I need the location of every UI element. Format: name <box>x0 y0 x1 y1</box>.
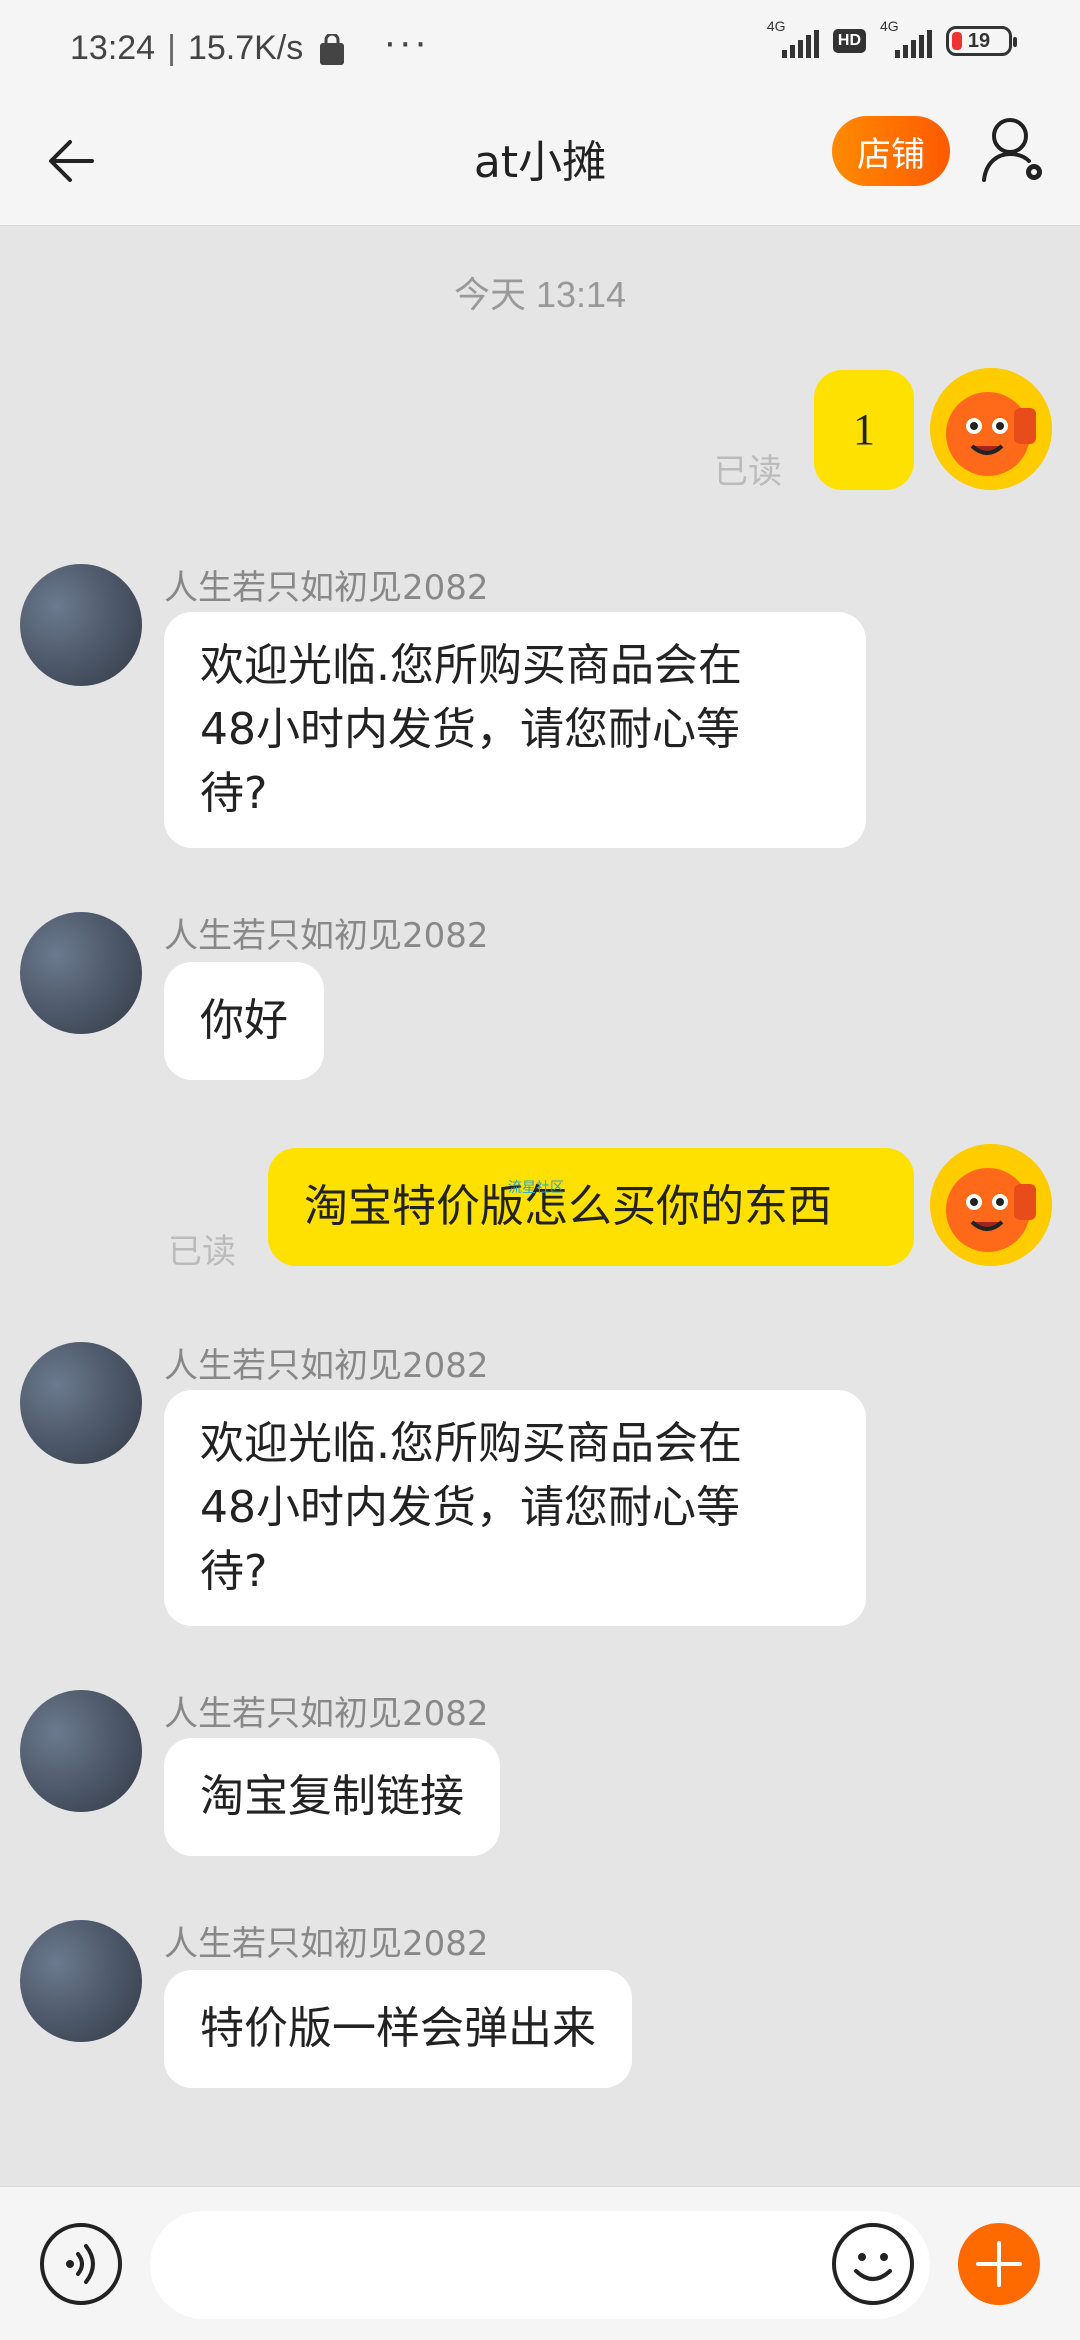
profile-settings-button[interactable] <box>980 114 1050 188</box>
net-speed: 15.7K/s <box>187 29 304 67</box>
message-line: 待? <box>200 1546 268 1597</box>
sender-name: 人生若只如初见2082 <box>164 1346 489 1386</box>
mascot-avatar-icon <box>930 1144 1052 1266</box>
chat-area[interactable]: 今天 13:14 1 已读 人生若只如初见2082 欢迎光临.您所购买商品会在 … <box>0 226 1080 2186</box>
message-line: 欢迎光临.您所购买商品会在 <box>200 1418 742 1469</box>
sender-name: 人生若只如初见2082 <box>164 916 489 956</box>
message-text: 淘宝复制链接 <box>200 1771 464 1822</box>
sender-name: 人生若只如初见2082 <box>164 1924 489 1964</box>
status-separator: | <box>167 29 176 67</box>
more-actions-button[interactable] <box>958 2223 1040 2305</box>
contact-message-bubble[interactable]: 特价版一样会弹出来 <box>164 1970 632 2088</box>
sender-name: 人生若只如初见2082 <box>164 568 489 608</box>
contact-avatar[interactable] <box>20 1342 142 1464</box>
shopping-bag-icon <box>317 32 347 65</box>
hd-badge: HD <box>832 29 866 53</box>
self-avatar[interactable] <box>930 368 1052 490</box>
message-line: 48小时内发货，请您耐心等 <box>200 1482 740 1533</box>
read-receipt: 已读 <box>714 452 782 492</box>
contact-avatar[interactable] <box>20 1690 142 1812</box>
message-line: 48小时内发货，请您耐心等 <box>200 704 740 755</box>
mascot-avatar-icon <box>930 368 1052 490</box>
contact-message-bubble[interactable]: 淘宝复制链接 <box>164 1738 500 1856</box>
nav-bar: at小摊 店铺 <box>0 96 1080 226</box>
message-text: 特价版一样会弹出来 <box>200 2003 596 2054</box>
contact-message-bubble[interactable]: 欢迎光临.您所购买商品会在 48小时内发货，请您耐心等 待? <box>164 1390 866 1626</box>
self-message-bubble[interactable]: 流星社区 淘宝特价版怎么买你的东西 <box>268 1148 914 1266</box>
more-notifications-icon: ··· <box>383 20 430 64</box>
contact-avatar[interactable] <box>20 564 142 686</box>
contact-message-bubble[interactable]: 欢迎光临.您所购买商品会在 48小时内发货，请您耐心等 待? <box>164 612 866 848</box>
message-text: 你好 <box>200 995 288 1046</box>
read-receipt: 已读 <box>168 1232 236 1272</box>
contact-avatar[interactable] <box>20 1920 142 2042</box>
status-left: 13:24 | 15.7K/s ··· <box>70 20 429 71</box>
self-avatar[interactable] <box>930 1144 1052 1266</box>
shop-button[interactable]: 店铺 <box>832 116 950 186</box>
message-input[interactable] <box>150 2211 930 2319</box>
emoji-button[interactable] <box>832 2223 914 2305</box>
status-bar: 13:24 | 15.7K/s ··· 4G HD 4G 19 <box>0 0 1080 96</box>
sender-name: 人生若只如初见2082 <box>164 1694 489 1734</box>
plus-icon <box>976 2241 1022 2287</box>
battery-level: 19 <box>967 29 991 52</box>
smiley-icon <box>854 2253 892 2281</box>
voice-wave-icon <box>66 2244 95 2284</box>
message-text: 1 <box>853 405 875 454</box>
signal-icon-2: 4G <box>880 18 932 58</box>
watermark-text: 流星社区 <box>508 1180 564 1196</box>
self-message-bubble[interactable]: 1 <box>814 370 914 490</box>
voice-input-button[interactable] <box>40 2223 122 2305</box>
contact-message-bubble[interactable]: 你好 <box>164 962 324 1080</box>
message-line: 待? <box>200 768 268 819</box>
time-separator: 今天 13:14 <box>453 274 627 315</box>
input-bar <box>0 2186 1080 2340</box>
contact-avatar[interactable] <box>20 912 142 1034</box>
message-line: 欢迎光临.您所购买商品会在 <box>200 640 742 691</box>
user-settings-icon <box>982 118 1042 182</box>
signal-icon: 4G <box>767 18 819 58</box>
status-right: 4G HD 4G 19 <box>767 18 1017 58</box>
message-text: 淘宝特价版怎么买你的东西 <box>304 1181 832 1232</box>
battery-icon: 19 <box>946 26 1017 56</box>
status-time: 13:24 <box>70 29 156 67</box>
